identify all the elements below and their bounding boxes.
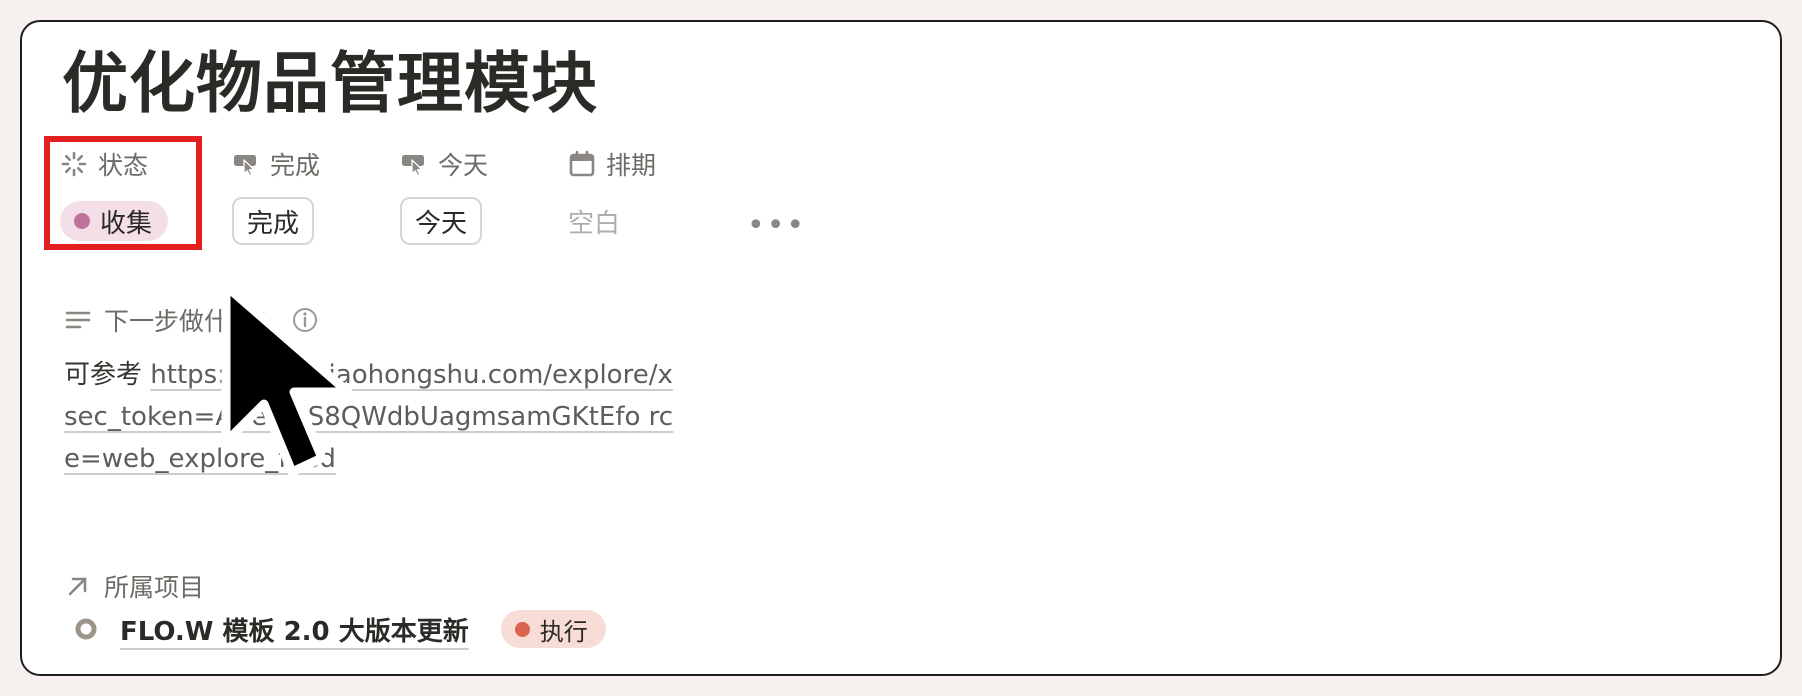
mouse-pointer-icon	[221, 281, 353, 477]
project-status-value: 执行	[539, 617, 588, 646]
property-today[interactable]: 今天 今天	[400, 146, 488, 245]
click-button-icon	[234, 155, 256, 177]
schedule-empty-value[interactable]: 空白	[568, 203, 620, 240]
project-label: 所属项目	[104, 573, 205, 602]
today-button[interactable]: 今天	[400, 197, 483, 245]
text-lines-icon	[65, 311, 91, 329]
property-today-label[interactable]: 今天	[400, 146, 488, 182]
property-schedule-name: 排期	[606, 151, 657, 180]
reference-link[interactable]: https://www.xiaohongshu.com/explore/xsec…	[64, 360, 673, 474]
more-properties-button[interactable]: •••	[747, 208, 806, 243]
property-done[interactable]: 完成 完成	[232, 146, 320, 245]
project-item[interactable]: FLO.W 模板 2.0 大版本更新 执行	[72, 610, 606, 648]
page-title[interactable]: 优化物品管理模块	[62, 44, 598, 123]
task-page-card: 优化物品管理模块 状态 收集 完成 完成 今天 今天 排期 空白 ••• 下一步…	[20, 20, 1782, 676]
project-ring-icon	[75, 618, 97, 640]
click-button-icon	[402, 155, 424, 177]
property-done-label[interactable]: 完成	[232, 146, 320, 182]
project-status-dot	[514, 621, 530, 637]
next-step-prefix: 可参考	[64, 360, 143, 390]
property-schedule[interactable]: 排期 空白	[568, 146, 656, 244]
calendar-icon	[569, 150, 595, 177]
arrow-up-right-icon	[68, 577, 87, 596]
property-today-name: 今天	[438, 151, 489, 180]
next-step-content[interactable]: 可参考 https://www.xiaohongshu.com/explore/…	[64, 354, 684, 480]
status-highlight-box	[44, 136, 202, 250]
property-done-name: 完成	[270, 151, 321, 180]
project-status-badge[interactable]: 执行	[500, 610, 606, 648]
project-relation-property[interactable]: 所属项目	[64, 568, 204, 604]
project-link[interactable]: FLO.W 模板 2.0 大版本更新	[120, 611, 469, 648]
done-button[interactable]: 完成	[232, 197, 315, 245]
property-schedule-label[interactable]: 排期	[568, 146, 656, 182]
